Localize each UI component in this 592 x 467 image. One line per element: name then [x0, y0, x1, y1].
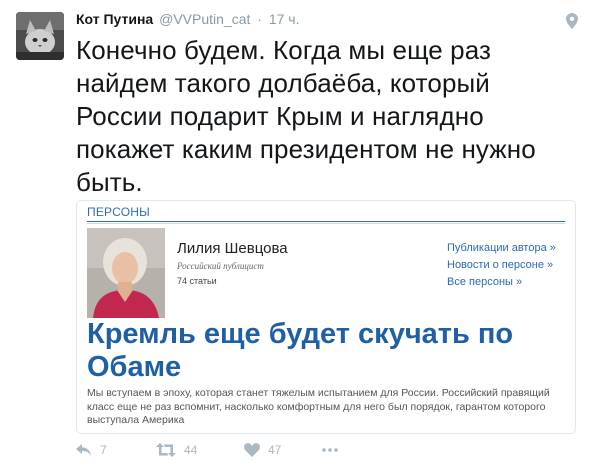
- tweet-text: Конечно будем. Когда мы еще раз найдем т…: [76, 35, 536, 197]
- person-photo: [87, 228, 165, 318]
- reply-count: 7: [100, 443, 107, 457]
- card-divider: [87, 221, 565, 222]
- heart-icon: [244, 443, 260, 457]
- person-name[interactable]: Лилия Шевцова: [177, 240, 288, 257]
- person-news-link[interactable]: Новости о персоне »: [447, 257, 572, 274]
- author-avatar[interactable]: [16, 12, 64, 60]
- link-card[interactable]: ПЕРСОНЫ Лилия Шевцова Российский публици…: [76, 200, 576, 434]
- person-links: Публикации автора » Новости о персоне » …: [447, 240, 572, 291]
- retweet-count: 44: [184, 443, 198, 457]
- article-headline[interactable]: Кремль еще будет скучать по Обаме: [87, 318, 567, 384]
- person-article-count: 74 статьи: [177, 276, 217, 286]
- author-name[interactable]: Кот Путина: [76, 11, 153, 27]
- author-publications-link[interactable]: Публикации автора »: [447, 240, 572, 257]
- reply-button[interactable]: 7: [76, 442, 107, 458]
- more-button[interactable]: [322, 442, 338, 458]
- card-section-label: ПЕРСОНЫ: [87, 205, 150, 219]
- article-lede: Мы вступаем в эпоху, которая станет тяже…: [87, 387, 550, 426]
- like-count: 47: [268, 443, 282, 457]
- cat-avatar-icon: [16, 12, 64, 60]
- separator-dot: ·: [257, 11, 262, 27]
- tweet-header: Кот Путина @VVPutin_cat · 17 ч.: [76, 11, 299, 31]
- card-divider-light: [87, 223, 565, 224]
- person-role: Российский публицист: [177, 261, 264, 271]
- location-pin-icon[interactable]: [566, 13, 578, 29]
- more-dots-icon: [322, 448, 338, 452]
- tweet: Кот Путина @VVPutin_cat · 17 ч. Конечно …: [0, 0, 592, 467]
- like-button[interactable]: 47: [244, 442, 281, 458]
- author-handle[interactable]: @VVPutin_cat: [159, 11, 250, 27]
- person-portrait-image: [87, 228, 165, 318]
- retweet-button[interactable]: 44: [156, 442, 197, 458]
- tweet-timestamp[interactable]: 17 ч.: [269, 11, 300, 27]
- all-persons-link[interactable]: Все персоны »: [447, 274, 572, 291]
- reply-icon: [76, 444, 91, 456]
- retweet-icon: [156, 443, 176, 457]
